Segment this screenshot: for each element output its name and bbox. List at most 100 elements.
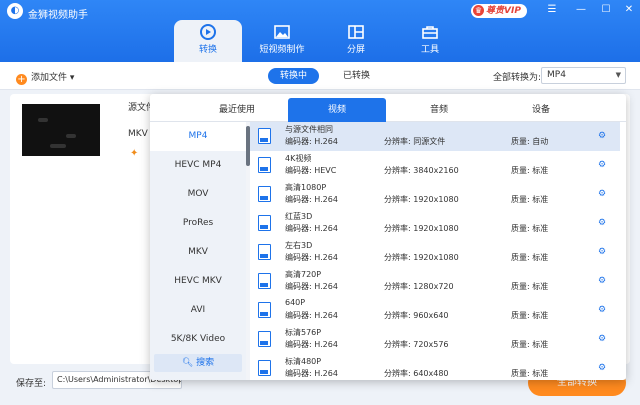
preset-name: 4K视频: [285, 154, 312, 163]
preset-resolution: 分辨率: 960x640: [384, 311, 449, 320]
gear-icon[interactable]: ⚙: [598, 363, 606, 373]
popup-tabs: 最近使用 视频 音频 设备: [150, 94, 626, 122]
add-file-button[interactable]: + 添加文件 ▾: [16, 70, 74, 85]
convert-all-label: 全部转换为:: [493, 73, 542, 83]
preset-name: 左右3D: [285, 241, 313, 250]
preset-quality: 质量: 自动: [511, 137, 549, 146]
category-item[interactable]: AVI: [150, 296, 246, 325]
preset-row[interactable]: 640P 编码器: H.264 分辨率: 960x640 质量: 标准 ⚙: [250, 296, 620, 325]
chevron-down-icon[interactable]: ▾: [70, 73, 75, 83]
category-item[interactable]: 5K/8K Video: [150, 325, 246, 354]
preset-resolution: 分辨率: 同源文件: [384, 137, 446, 146]
gear-icon[interactable]: ⚙: [598, 247, 606, 257]
preset-row[interactable]: 与源文件相同 编码器: H.264 分辨率: 同源文件 质量: 自动 ⚙: [250, 122, 620, 151]
video-file-icon: [258, 215, 271, 231]
preset-encoder: 编码器: H.264: [285, 224, 338, 233]
tab-audio[interactable]: 音频: [390, 98, 488, 122]
preset-row[interactable]: 4K视频 编码器: HEVC 分辨率: 3840x2160 质量: 标准 ⚙: [250, 151, 620, 180]
image-icon: [274, 25, 290, 39]
gear-icon[interactable]: ⚙: [598, 189, 606, 199]
preset-resolution: 分辨率: 3840x2160: [384, 166, 459, 175]
preset-row[interactable]: 标清480P 编码器: H.264 分辨率: 640x480 质量: 标准 ⚙: [250, 354, 620, 380]
preset-name: 与源文件相同: [285, 125, 333, 134]
preset-list: 与源文件相同 编码器: H.264 分辨率: 同源文件 质量: 自动 ⚙ 4K视频编码器…: [250, 122, 626, 380]
preset-quality: 质量: 标准: [511, 195, 549, 204]
tab-device[interactable]: 设备: [492, 98, 590, 122]
preset-row[interactable]: 红蓝3D 编码器: H.264 分辨率: 1920x1080 质量: 标准 ⚙: [250, 209, 620, 238]
gear-icon[interactable]: ⚙: [598, 131, 606, 141]
gear-icon[interactable]: ⚙: [598, 334, 606, 344]
preset-row[interactable]: 高清1080P 编码器: H.264 分辨率: 1920x1080 质量: 标准 ⚙: [250, 180, 620, 209]
preset-resolution: 分辨率: 1920x1080: [384, 224, 459, 233]
tab-convert[interactable]: 转换: [174, 20, 242, 62]
search-icon: 🔍︎: [181, 358, 194, 368]
magic-wand-icon[interactable]: ✦: [130, 148, 138, 159]
preset-encoder: 编码器: H.264: [285, 282, 338, 291]
video-file-icon: [258, 128, 271, 144]
app-title: 金狮视频助手: [28, 10, 88, 21]
tab-converted[interactable]: 已转换: [331, 68, 382, 84]
preset-encoder: 编码器: H.264: [285, 369, 338, 378]
preset-name: 高清720P: [285, 270, 322, 279]
category-item[interactable]: MOV: [150, 180, 246, 209]
tab-video[interactable]: 视频: [288, 98, 386, 122]
preset-quality: 质量: 标准: [511, 224, 549, 233]
tab-short-video-label: 短视频制作: [259, 45, 305, 55]
category-item[interactable]: HEVC MKV: [150, 267, 246, 296]
minimize-icon[interactable]: —: [574, 3, 588, 17]
preset-row[interactable]: 高清720P 编码器: H.264 分辨率: 1280x720 质量: 标准 ⚙: [250, 267, 620, 296]
preset-resolution: 分辨率: 1280x720: [384, 282, 454, 291]
video-file-icon: [258, 273, 271, 289]
gear-icon[interactable]: ⚙: [598, 218, 606, 228]
maximize-icon[interactable]: ☐: [599, 3, 613, 17]
preset-encoder: 编码器: H.264: [285, 253, 338, 262]
category-item[interactable]: MP4: [150, 122, 246, 151]
gear-icon[interactable]: ⚙: [598, 305, 606, 315]
category-item[interactable]: HEVC MP4: [150, 151, 246, 180]
preset-row[interactable]: 标清576P 编码器: H.264 分辨率: 720x576 质量: 标准 ⚙: [250, 325, 620, 354]
tab-tools[interactable]: 工具: [396, 20, 464, 62]
search-label: 搜索: [196, 358, 215, 368]
preset-name: 标清480P: [285, 357, 322, 366]
preset-quality: 质量: 标准: [511, 369, 549, 378]
plus-icon: +: [16, 74, 27, 85]
video-file-icon: [258, 360, 271, 376]
tab-short-video[interactable]: 短视频制作: [248, 20, 316, 62]
status-switch: 转换中 已转换: [268, 68, 382, 84]
search-button[interactable]: 🔍︎ 搜索: [154, 354, 242, 372]
preset-quality: 质量: 标准: [511, 253, 549, 262]
preset-encoder: 编码器: HEVC: [285, 166, 337, 175]
app-logo: ◐: [7, 3, 23, 19]
preset-row[interactable]: 左右3D 编码器: H.264 分辨率: 1920x1080 质量: 标准 ⚙: [250, 238, 620, 267]
add-file-label: 添加文件: [31, 73, 68, 83]
video-file-icon: [258, 302, 271, 318]
preset-resolution: 分辨率: 1920x1080: [384, 253, 459, 262]
gear-icon[interactable]: ⚙: [598, 160, 606, 170]
close-icon[interactable]: ✕: [622, 3, 636, 17]
preset-quality: 质量: 标准: [511, 311, 549, 320]
video-file-icon: [258, 331, 271, 347]
tab-converting[interactable]: 转换中: [268, 68, 320, 84]
vip-badge[interactable]: ♛ 尊贵VIP: [471, 4, 527, 18]
gear-icon[interactable]: ⚙: [598, 276, 606, 286]
tab-recent[interactable]: 最近使用: [188, 98, 286, 122]
preset-name: 高清1080P: [285, 183, 327, 192]
video-thumbnail[interactable]: [22, 104, 100, 156]
category-item[interactable]: ProRes: [150, 209, 246, 238]
split-screen-icon: [348, 25, 364, 39]
preset-encoder: 编码器: H.264: [285, 340, 338, 349]
preset-resolution: 分辨率: 640x480: [384, 369, 449, 378]
vip-label: 尊贵VIP: [486, 6, 521, 16]
title-header: ◐ 金狮视频助手 ♛ 尊贵VIP ☰ — ☐ ✕ 转换 短视频制作 分屏 工具: [0, 0, 640, 62]
format-category-list: MP4 HEVC MP4 MOV ProRes MKV HEVC MKV AVI…: [150, 122, 246, 380]
preset-resolution: 分辨率: 1920x1080: [384, 195, 459, 204]
source-format: MKV: [128, 129, 148, 139]
convert-icon: [200, 24, 216, 40]
tab-split-screen[interactable]: 分屏: [322, 20, 390, 62]
save-to-label: 保存至:: [16, 379, 47, 389]
preset-resolution: 分辨率: 720x576: [384, 340, 449, 349]
tab-tools-label: 工具: [420, 45, 439, 55]
menu-icon[interactable]: ☰: [545, 3, 559, 17]
category-item[interactable]: MKV: [150, 238, 246, 267]
output-format-select[interactable]: MP4: [541, 67, 626, 84]
